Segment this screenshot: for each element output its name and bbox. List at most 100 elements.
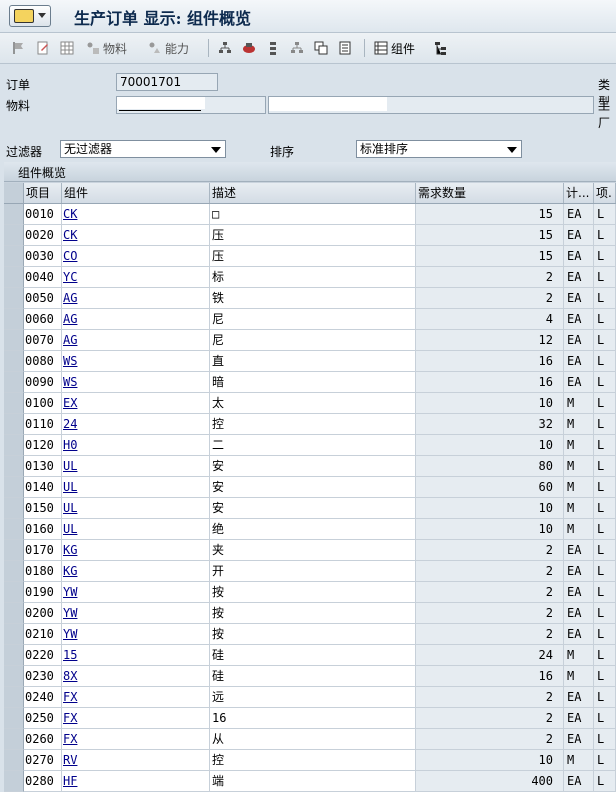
row-selector[interactable] (4, 414, 24, 435)
component-link[interactable]: YW (63, 606, 77, 620)
edit-doc-button[interactable] (36, 39, 50, 57)
structure-button[interactable] (290, 39, 304, 57)
component-link[interactable]: FX (63, 690, 77, 704)
component-link[interactable]: WS (63, 375, 77, 389)
copy-button[interactable] (314, 39, 328, 57)
row-selector[interactable] (4, 519, 24, 540)
component-link[interactable]: 24 (63, 417, 77, 431)
table-row[interactable]: 0060 AG 尼 4 EA L (4, 309, 616, 330)
table-row[interactable]: 0090 WS 暗 16 EA L (4, 372, 616, 393)
component-cell[interactable]: FX (62, 687, 210, 708)
sort-select[interactable]: 标准排序 (356, 140, 522, 158)
component-link[interactable]: H0 (63, 438, 77, 452)
table-row[interactable]: 0030 CO 压 15 EA L (4, 246, 616, 267)
table-row[interactable]: 0220 15 硅 24 M L (4, 645, 616, 666)
row-selector[interactable] (4, 561, 24, 582)
component-cell[interactable]: AG (62, 330, 210, 351)
row-selector[interactable] (4, 540, 24, 561)
table-row[interactable]: 0070 AG 尼 12 EA L (4, 330, 616, 351)
row-selector[interactable] (4, 351, 24, 372)
sequence-button[interactable] (266, 39, 280, 57)
row-selector[interactable] (4, 372, 24, 393)
table-row[interactable]: 0170 KG 夹 2 EA L (4, 540, 616, 561)
row-selector[interactable] (4, 330, 24, 351)
table-row[interactable]: 0160 UL 绝 10 M L (4, 519, 616, 540)
component-cell[interactable]: 8X (62, 666, 210, 687)
component-cell[interactable]: CK (62, 225, 210, 246)
material-field[interactable] (116, 96, 266, 114)
table-row[interactable]: 0190 YW 按 2 EA L (4, 582, 616, 603)
row-selector[interactable] (4, 624, 24, 645)
flag-button[interactable] (12, 39, 26, 57)
component-link[interactable]: CO (63, 249, 77, 263)
row-selector[interactable] (4, 666, 24, 687)
column-header-item-category[interactable]: 项. (594, 183, 616, 203)
row-selector[interactable] (4, 204, 24, 225)
component-link[interactable]: KG (63, 543, 77, 557)
table-row[interactable]: 0140 UL 安 60 M L (4, 477, 616, 498)
select-all-cell[interactable] (4, 183, 24, 203)
column-header-unit[interactable]: 计... (564, 183, 594, 203)
table-row[interactable]: 0050 AG 铁 2 EA L (4, 288, 616, 309)
table-row[interactable]: 0180 KG 开 2 EA L (4, 561, 616, 582)
table-row[interactable]: 0280 HF 端 400 EA L (4, 771, 616, 792)
component-link[interactable]: UL (63, 501, 77, 515)
component-cell[interactable]: FX (62, 729, 210, 750)
table-row[interactable]: 0130 UL 安 80 M L (4, 456, 616, 477)
row-selector[interactable] (4, 267, 24, 288)
component-cell[interactable]: YW (62, 582, 210, 603)
column-header-component[interactable]: 组件 (62, 183, 210, 203)
row-selector[interactable] (4, 645, 24, 666)
component-link[interactable]: UL (63, 522, 77, 536)
order-field[interactable]: 70001701 (116, 73, 218, 91)
component-link[interactable]: 8X (63, 669, 77, 683)
row-selector[interactable] (4, 435, 24, 456)
row-selector[interactable] (4, 771, 24, 792)
component-link[interactable]: HF (63, 774, 77, 788)
component-cell[interactable]: CK (62, 204, 210, 225)
component-cell[interactable]: WS (62, 372, 210, 393)
component-cell[interactable]: UL (62, 498, 210, 519)
component-link[interactable]: EX (63, 396, 77, 410)
material-description-field[interactable] (268, 96, 594, 114)
row-selector[interactable] (4, 687, 24, 708)
material-button[interactable]: 物料 (86, 39, 127, 57)
component-cell[interactable]: YW (62, 603, 210, 624)
component-cell[interactable]: 24 (62, 414, 210, 435)
row-selector[interactable] (4, 393, 24, 414)
table-row[interactable]: 0210 YW 按 2 EA L (4, 624, 616, 645)
row-selector[interactable] (4, 288, 24, 309)
row-selector[interactable] (4, 246, 24, 267)
component-cell[interactable]: EX (62, 393, 210, 414)
table-row[interactable]: 0100 EX 太 10 M L (4, 393, 616, 414)
table-row[interactable]: 0040 YC 标 2 EA L (4, 267, 616, 288)
row-selector[interactable] (4, 708, 24, 729)
component-link[interactable]: UL (63, 480, 77, 494)
component-cell[interactable]: HF (62, 771, 210, 792)
component-cell[interactable]: KG (62, 540, 210, 561)
component-cell[interactable]: YW (62, 624, 210, 645)
table-row[interactable]: 0230 8X 硅 16 M L (4, 666, 616, 687)
component-cell[interactable]: 15 (62, 645, 210, 666)
operations-button[interactable] (242, 39, 256, 57)
row-selector[interactable] (4, 477, 24, 498)
system-menu-button[interactable] (9, 5, 51, 27)
table-row[interactable]: 0150 UL 安 10 M L (4, 498, 616, 519)
component-cell[interactable]: RV (62, 750, 210, 771)
row-selector[interactable] (4, 309, 24, 330)
component-link[interactable]: 15 (63, 648, 77, 662)
component-cell[interactable]: CO (62, 246, 210, 267)
column-header-item[interactable]: 项目 (24, 183, 62, 203)
component-cell[interactable]: UL (62, 519, 210, 540)
component-cell[interactable]: FX (62, 708, 210, 729)
component-link[interactable]: AG (63, 312, 77, 326)
component-link[interactable]: RV (63, 753, 77, 767)
component-link[interactable]: YC (63, 270, 77, 284)
table-row[interactable]: 0240 FX 远 2 EA L (4, 687, 616, 708)
component-link[interactable]: YW (63, 627, 77, 641)
table-row[interactable]: 0260 FX 从 2 EA L (4, 729, 616, 750)
component-cell[interactable]: KG (62, 561, 210, 582)
table-row[interactable]: 0270 RV 控 10 M L (4, 750, 616, 771)
dropdown-arrow-icon[interactable] (211, 147, 221, 153)
component-link[interactable]: FX (63, 732, 77, 746)
